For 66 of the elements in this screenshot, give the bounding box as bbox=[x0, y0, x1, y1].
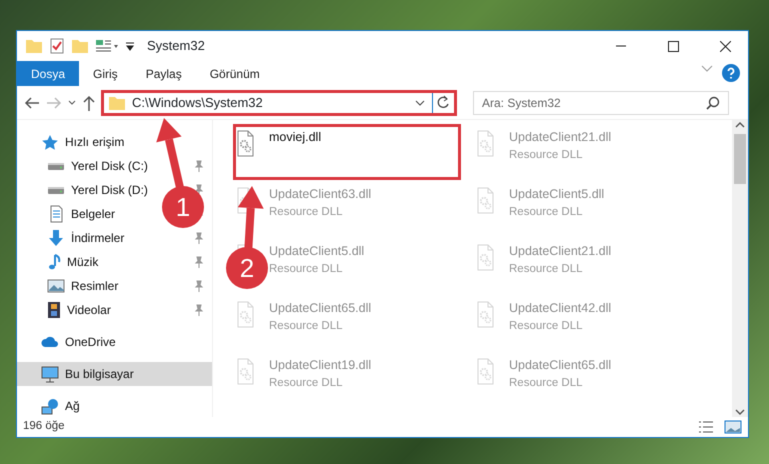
file-type: Resource DLL bbox=[509, 376, 584, 391]
file-type: Resource DLL bbox=[509, 318, 584, 334]
file-type: Resource DLL bbox=[509, 204, 584, 220]
details-view-icon[interactable] bbox=[698, 420, 714, 434]
search-icon bbox=[706, 96, 720, 110]
music-note-icon bbox=[47, 253, 61, 271]
picture-icon bbox=[47, 279, 65, 293]
file-name[interactable]: moviej.dll bbox=[269, 128, 322, 147]
dll-file-icon bbox=[477, 358, 494, 385]
item-count: 196 öğe bbox=[23, 419, 65, 434]
navigation-label: Bu bilgisayar bbox=[65, 366, 134, 383]
film-icon bbox=[47, 301, 61, 319]
address-path: C:\Windows\System32 bbox=[132, 94, 264, 112]
navigation-item[interactable]: Yerel Disk (D:) bbox=[47, 181, 148, 199]
vertical-scrollbar[interactable] bbox=[732, 120, 748, 417]
file-type: Resource DLL bbox=[269, 318, 344, 334]
dll-file-icon bbox=[237, 130, 254, 157]
file-type: Resource DLL bbox=[509, 148, 584, 163]
navigation-item[interactable]: Ağ bbox=[41, 397, 80, 415]
navigation-item[interactable]: Belgeler bbox=[47, 205, 116, 223]
drive-icon bbox=[47, 162, 65, 170]
download-arrow-icon bbox=[47, 229, 65, 247]
scroll-up-icon bbox=[735, 120, 745, 130]
navigation-item[interactable]: İndirmeler bbox=[47, 229, 124, 247]
drive-icon bbox=[47, 186, 65, 194]
highlighted-file-item[interactable]: moviej.dll bbox=[233, 124, 461, 180]
ribbon-tab[interactable]: Giriş bbox=[79, 61, 132, 86]
maximize-icon bbox=[668, 40, 678, 52]
close-icon bbox=[720, 40, 730, 52]
dll-file-icon bbox=[477, 301, 494, 328]
search-placeholder: Ara: System32 bbox=[482, 94, 562, 112]
address-bar[interactable]: C:\Windows\System32 bbox=[101, 90, 457, 116]
dll-file-icon bbox=[477, 187, 494, 214]
network-icon bbox=[41, 398, 59, 414]
file-type: Resource DLL bbox=[269, 262, 344, 277]
scroll-down-icon bbox=[735, 407, 745, 417]
recent-caret-icon[interactable] bbox=[67, 98, 77, 108]
star-icon bbox=[41, 134, 59, 150]
file-type: Resource DLL bbox=[509, 262, 584, 277]
navigation-item[interactable]: Videolar bbox=[47, 301, 111, 319]
scrollbar-thumb[interactable] bbox=[734, 134, 746, 184]
navigation-item[interactable]: Yerel Disk (C:) bbox=[47, 157, 148, 175]
navigation-item[interactable]: Müzik bbox=[47, 253, 98, 271]
dll-file-icon bbox=[237, 301, 254, 328]
navigation-item[interactable]: Hızlı erişim bbox=[41, 133, 124, 151]
dll-file-icon bbox=[237, 358, 254, 385]
window-title: System32 bbox=[147, 37, 205, 56]
ribbon-tab[interactable]: Paylaş bbox=[132, 61, 196, 86]
navigation-item[interactable]: OneDrive bbox=[41, 333, 116, 351]
computer-icon bbox=[41, 366, 59, 382]
properties-icon[interactable] bbox=[95, 38, 119, 54]
search-field[interactable]: Ara: System32 bbox=[473, 90, 729, 114]
customize-caret-icon[interactable] bbox=[125, 41, 135, 51]
ribbon-tab[interactable]: Görünüm bbox=[196, 61, 274, 86]
up-arrow-icon[interactable] bbox=[81, 94, 97, 112]
dll-file-icon bbox=[477, 244, 494, 271]
cloud-icon bbox=[41, 336, 59, 348]
file-type: Resource DLL bbox=[269, 376, 344, 391]
file-type: Resource DLL bbox=[269, 204, 344, 220]
large-icons-view-icon[interactable] bbox=[724, 420, 742, 434]
navigation-item[interactable]: Bu bilgisayar bbox=[17, 362, 212, 386]
help-icon[interactable] bbox=[722, 64, 740, 82]
checklist-icon[interactable] bbox=[49, 38, 65, 54]
file-menu-tab[interactable]: Dosya bbox=[17, 61, 80, 86]
dll-file-icon bbox=[477, 130, 494, 157]
navigation-item[interactable]: Resimler bbox=[47, 277, 118, 295]
